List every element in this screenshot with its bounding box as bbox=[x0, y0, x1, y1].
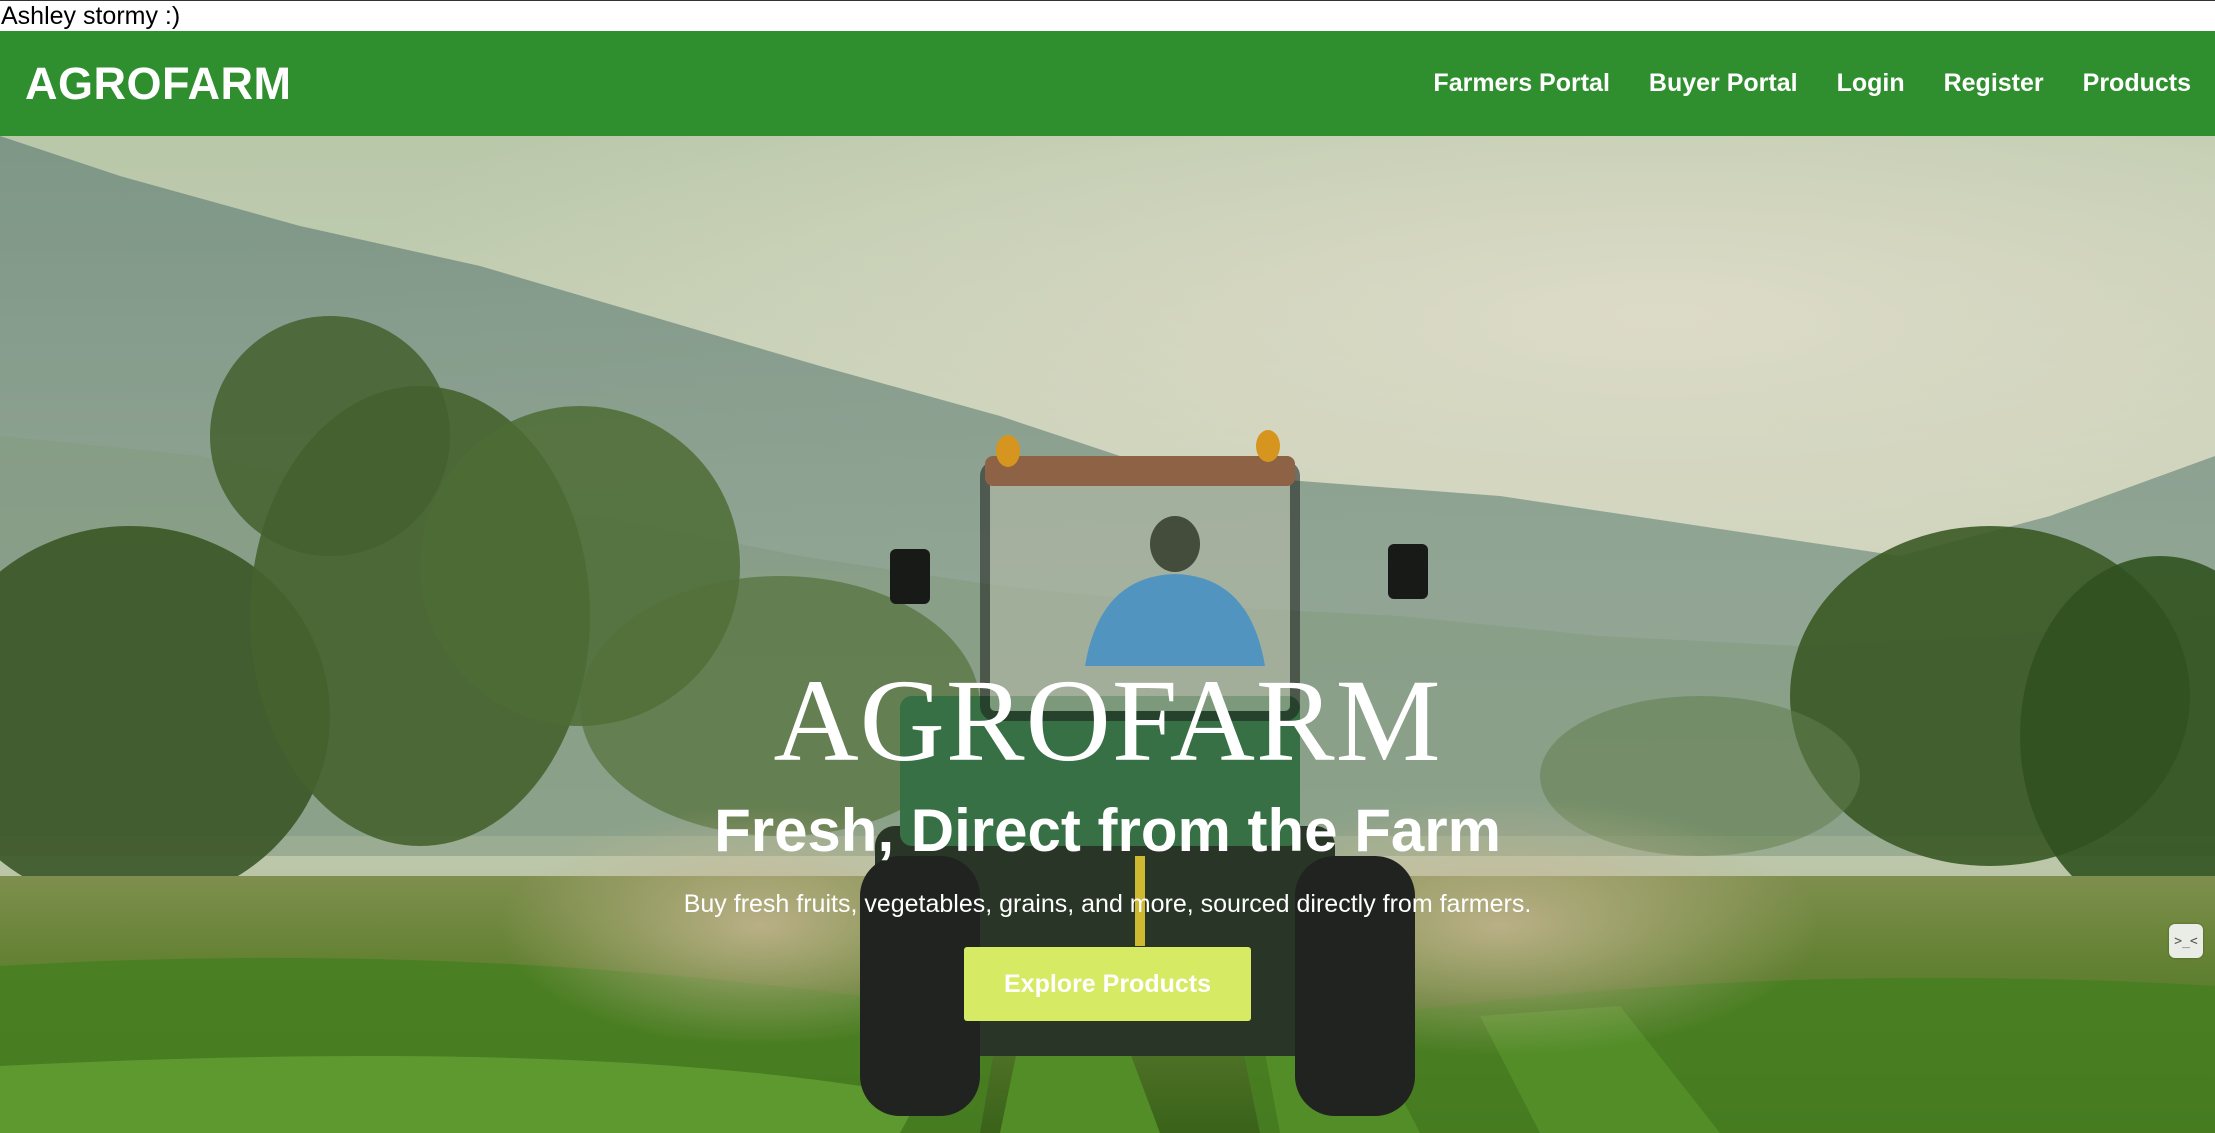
hero-subtitle: Fresh, Direct from the Farm bbox=[714, 797, 1501, 864]
nav-link-register[interactable]: Register bbox=[1944, 69, 2044, 98]
assistant-icon[interactable]: >_< bbox=[2169, 924, 2203, 958]
nav-link-products[interactable]: Products bbox=[2083, 69, 2191, 98]
hero-content: AGROFARM Fresh, Direct from the Farm Buy… bbox=[0, 136, 2215, 1133]
explore-products-button[interactable]: Explore Products bbox=[964, 947, 1251, 1021]
nav-link-login[interactable]: Login bbox=[1837, 69, 1905, 98]
navbar: AGROFARM Farmers Portal Buyer Portal Log… bbox=[0, 31, 2215, 136]
nav-link-buyer-portal[interactable]: Buyer Portal bbox=[1649, 69, 1798, 98]
page-top-text: Ashley stormy :) bbox=[0, 0, 2215, 31]
hero-title: AGROFARM bbox=[773, 655, 1442, 786]
brand-logo[interactable]: AGROFARM bbox=[25, 58, 292, 110]
nav-link-farmers-portal[interactable]: Farmers Portal bbox=[1433, 69, 1609, 98]
hero-section: AGROFARM Fresh, Direct from the Farm Buy… bbox=[0, 136, 2215, 1133]
hero-description: Buy fresh fruits, vegetables, grains, an… bbox=[683, 890, 1532, 918]
nav-links: Farmers Portal Buyer Portal Login Regist… bbox=[1433, 69, 2191, 98]
